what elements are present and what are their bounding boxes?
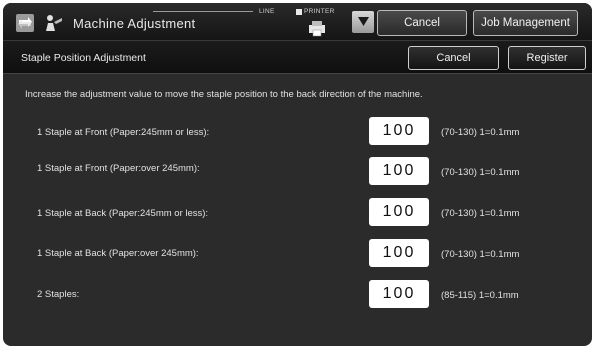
line-label: LINE [259, 8, 275, 15]
cancel-button[interactable]: Cancel [377, 10, 467, 36]
line-indicator-bar [153, 11, 253, 12]
value-field-front-short[interactable]: 100 [369, 117, 429, 145]
top-bar: Machine Adjustment LINE PRINTER Cancel J… [3, 3, 592, 40]
range-text: (70-130) 1=0.1mm [441, 249, 520, 260]
adjustment-person-icon [46, 15, 62, 31]
range-text: (70-130) 1=0.1mm [441, 127, 520, 138]
range-text: (85-115) 1=0.1mm [441, 290, 519, 301]
dropdown-button[interactable] [352, 11, 374, 33]
value-field-two-staples[interactable]: 100 [369, 280, 429, 308]
register-button[interactable]: Register [508, 46, 586, 70]
triangle-down-icon [357, 17, 369, 26]
printer-indicator [296, 9, 302, 15]
range-text: (70-130) 1=0.1mm [441, 208, 520, 219]
arrows-swap-icon[interactable] [14, 12, 36, 34]
instruction-text: Increase the adjustment value to move th… [25, 89, 423, 100]
row-label-back-long: 1 Staple at Back (Paper:over 245mm): [37, 248, 199, 259]
value-field-back-long[interactable]: 100 [369, 239, 429, 267]
sub-header: Staple Position Adjustment Cancel Regist… [3, 40, 592, 74]
row-label-two-staples: 2 Staples: [37, 289, 80, 300]
screen-frame: Machine Adjustment LINE PRINTER Cancel J… [3, 3, 592, 346]
printer-icon [309, 21, 325, 37]
range-text: (70-130) 1=0.1mm [441, 167, 520, 178]
row-label-back-short: 1 Staple at Back (Paper:245mm or less): [37, 208, 209, 219]
job-management-button[interactable]: Job Management [473, 10, 578, 36]
printer-label: PRINTER [304, 8, 335, 15]
page-title: Machine Adjustment [73, 16, 196, 31]
row-label-front-short: 1 Staple at Front (Paper:245mm or less): [37, 127, 210, 138]
row-label-front-long: 1 Staple at Front (Paper:over 245mm): [37, 163, 200, 174]
value-field-front-long[interactable]: 100 [369, 157, 429, 185]
sub-cancel-button[interactable]: Cancel [408, 46, 499, 70]
value-field-back-short[interactable]: 100 [369, 198, 429, 226]
section-title: Staple Position Adjustment [21, 52, 146, 64]
